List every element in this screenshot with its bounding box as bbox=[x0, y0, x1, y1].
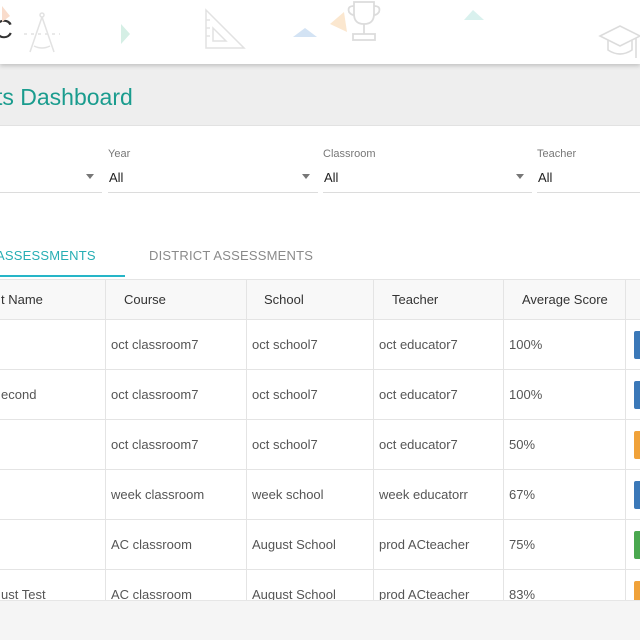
triangle-decor bbox=[121, 24, 130, 44]
column-header-name[interactable]: t Name bbox=[0, 279, 106, 320]
filter-classroom[interactable]: Classroom All bbox=[323, 146, 532, 196]
chevron-down-icon[interactable] bbox=[302, 174, 310, 179]
cell-average-score: 75% bbox=[503, 519, 626, 570]
cell-name bbox=[0, 519, 106, 570]
footer-bar bbox=[0, 600, 640, 640]
column-header-course[interactable]: Course bbox=[105, 279, 247, 320]
cell-name bbox=[0, 419, 106, 470]
trophy-icon bbox=[347, 1, 381, 41]
cell-school: week school bbox=[246, 469, 374, 520]
score-badge-button[interactable] bbox=[634, 430, 640, 459]
column-header-teacher[interactable]: Teacher bbox=[373, 279, 504, 320]
cell-average-score: 50% bbox=[503, 419, 626, 470]
filters-row: Year All Classroom All Teacher All bbox=[0, 126, 640, 216]
triangle-decor bbox=[293, 28, 317, 37]
top-bar: C bbox=[0, 0, 640, 64]
cell-action bbox=[625, 519, 640, 570]
cell-teacher: prod ACteacher bbox=[373, 569, 504, 600]
cell-teacher: oct educator7 bbox=[373, 319, 504, 370]
column-header-average-score[interactable]: Average Score bbox=[503, 279, 626, 320]
cell-average-score: 100% bbox=[503, 319, 626, 370]
tab-district-assessments[interactable]: DISTRICT ASSESSMENTS bbox=[149, 248, 313, 263]
table-row[interactable]: econd oct classroom7 oct school7 oct educat… bbox=[0, 369, 640, 420]
filter-underline bbox=[108, 192, 318, 193]
cell-action bbox=[625, 569, 640, 600]
filter-underline bbox=[0, 192, 102, 193]
score-badge-button[interactable] bbox=[634, 530, 640, 559]
cell-school: oct school7 bbox=[246, 419, 374, 470]
triangle-decor bbox=[2, 6, 10, 22]
cell-average-score: 100% bbox=[503, 369, 626, 420]
cell-action bbox=[625, 369, 640, 420]
filter-value: All bbox=[324, 170, 339, 185]
cell-course: AC classroom bbox=[105, 569, 247, 600]
filter-label: Teacher bbox=[537, 148, 577, 160]
cell-school: August School bbox=[246, 569, 374, 600]
cell-action bbox=[625, 419, 640, 470]
cell-course: oct classroom7 bbox=[105, 369, 247, 420]
column-header-actions bbox=[625, 279, 640, 320]
active-tab-indicator bbox=[0, 275, 125, 277]
table-row[interactable]: week classroom week school week educatorr 6… bbox=[0, 469, 640, 520]
cell-action bbox=[625, 319, 640, 370]
triangle-decor bbox=[464, 10, 484, 20]
filter-year[interactable]: Year All bbox=[108, 146, 318, 196]
table-row[interactable]: ust Test AC classroom August School prod AC… bbox=[0, 569, 640, 600]
cell-name bbox=[0, 469, 106, 520]
cell-course: oct classroom7 bbox=[105, 419, 247, 470]
table-row[interactable]: oct classroom7 oct school7 oct educator7 50… bbox=[0, 419, 640, 470]
table-row[interactable]: oct classroom7 oct school7 oct educator7 10… bbox=[0, 319, 640, 370]
filter-label: Year bbox=[108, 148, 131, 160]
cell-course: oct classroom7 bbox=[105, 319, 247, 370]
score-badge-button[interactable] bbox=[634, 480, 640, 509]
cell-action bbox=[625, 469, 640, 520]
filter-value: All bbox=[538, 170, 553, 185]
cell-average-score: 67% bbox=[503, 469, 626, 520]
filter-value: All bbox=[109, 170, 124, 185]
cell-course: AC classroom bbox=[105, 519, 247, 570]
set-square-icon bbox=[205, 8, 246, 49]
score-badge-button[interactable] bbox=[634, 380, 640, 409]
chevron-down-icon[interactable] bbox=[516, 174, 524, 179]
cell-school: August School bbox=[246, 519, 374, 570]
filter-first[interactable] bbox=[0, 146, 102, 196]
cell-average-score: 83% bbox=[503, 569, 626, 600]
chevron-down-icon[interactable] bbox=[86, 174, 94, 179]
cell-name: econd bbox=[0, 369, 106, 420]
table-row[interactable]: AC classroom August School prod ACteacher 7… bbox=[0, 519, 640, 570]
column-header-school[interactable]: School bbox=[246, 279, 374, 320]
cell-school: oct school7 bbox=[246, 369, 374, 420]
cell-course: week classroom bbox=[105, 469, 247, 520]
cell-teacher: oct educator7 bbox=[373, 369, 504, 420]
graduation-cap-icon bbox=[598, 25, 640, 58]
cell-school: oct school7 bbox=[246, 319, 374, 370]
filter-underline bbox=[323, 192, 532, 193]
filter-teacher[interactable]: Teacher All bbox=[537, 146, 640, 196]
filter-underline bbox=[537, 192, 640, 193]
compass-icon bbox=[24, 12, 60, 53]
filter-label: Classroom bbox=[323, 148, 376, 160]
cell-teacher: prod ACteacher bbox=[373, 519, 504, 570]
tabs-bar: ASSESSMENTS DISTRICT ASSESSMENTS bbox=[0, 232, 640, 278]
table-header-row: t Name Course School Teacher Average Sco… bbox=[0, 279, 640, 320]
tab-assessments[interactable]: ASSESSMENTS bbox=[0, 248, 96, 263]
cell-name: ust Test bbox=[0, 569, 106, 600]
score-badge-button[interactable] bbox=[634, 330, 640, 359]
assessments-table: t Name Course School Teacher Average Sco… bbox=[0, 279, 640, 600]
cell-teacher: week educatorr bbox=[373, 469, 504, 520]
page-title: ts Dashboard bbox=[0, 84, 133, 110]
score-badge-button[interactable] bbox=[634, 580, 640, 600]
cell-name bbox=[0, 319, 106, 370]
cell-teacher: oct educator7 bbox=[373, 419, 504, 470]
title-bar: ts Dashboard bbox=[0, 64, 640, 126]
